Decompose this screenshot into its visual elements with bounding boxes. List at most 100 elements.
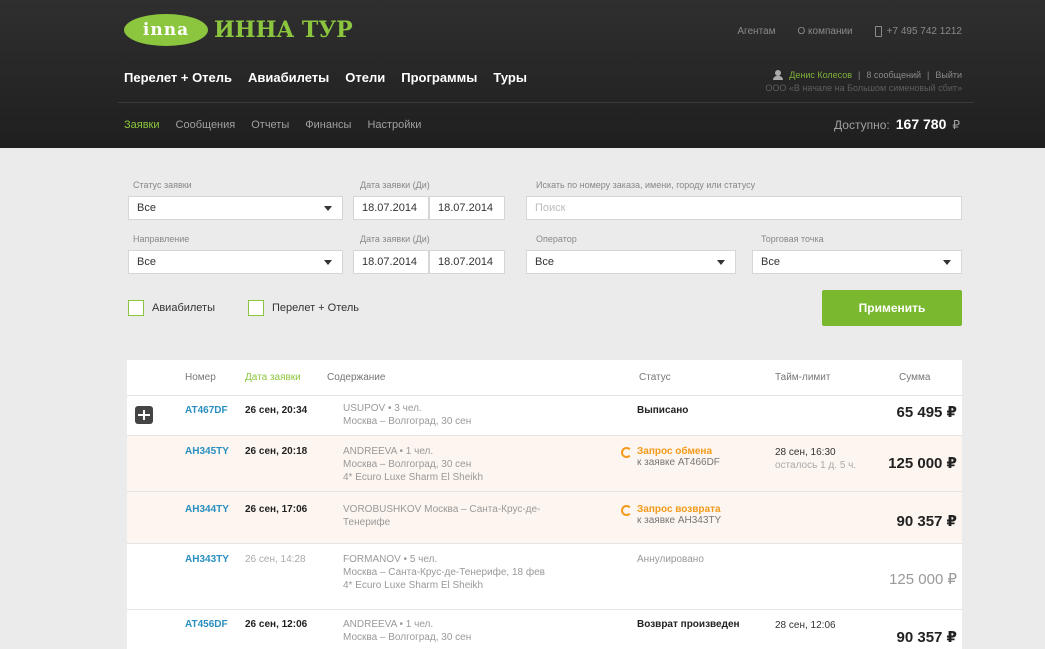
order-content: USUPOV • 3 чел. Москва – Волгоград, 30 с…	[343, 403, 472, 427]
chevron-down-icon	[943, 260, 951, 265]
order-content: ANDREEVA • 1 чел. Москва – Волгоград, 30…	[343, 446, 484, 483]
direction-label: Направление	[133, 234, 190, 244]
date-label: Дата заявки (Ди)	[360, 180, 430, 190]
header-timelimit[interactable]: Тайм-лимит	[775, 372, 830, 383]
chevron-down-icon	[324, 260, 332, 265]
order-status: Аннулировано	[637, 554, 704, 565]
order-sum: 90 357 ₽	[896, 629, 957, 646]
phone-number: +7 495 742 1212	[886, 26, 962, 37]
order-sum: 125 000 ₽	[889, 571, 957, 588]
checkbox-box[interactable]	[248, 300, 264, 316]
order-date: 26 сен, 20:18	[245, 446, 308, 457]
order-date: 26 сен, 12:06	[245, 619, 308, 630]
search-label: Искать по номеру заказа, имени, городу и…	[536, 180, 756, 190]
checkbox-avia[interactable]: Авиабилеты	[128, 300, 215, 316]
header-date[interactable]: Дата заявки	[245, 372, 301, 383]
checkbox-box[interactable]	[128, 300, 144, 316]
table-row[interactable]: AH343TY 26 сен, 14:28 FORMANOV • 5 чел. …	[127, 544, 962, 610]
table-row[interactable]: AH345TY 26 сен, 20:18 ANDREEVA • 1 чел. …	[127, 436, 962, 492]
top-links: Агентам О компании +7 495 742 1212	[737, 26, 962, 37]
user-box: Денис Колесов | 8 сообщений | Выйти ООО …	[765, 70, 962, 93]
order-date: 26 сен, 17:06	[245, 504, 308, 515]
order-content: ANDREEVA • 1 чел. Москва – Волгоград, 30…	[343, 619, 472, 643]
nav-item-hotels[interactable]: Отели	[345, 70, 385, 85]
main-nav: Перелет + Отель Авиабилеты Отели Програм…	[118, 58, 974, 102]
date-label-2: Дата заявки (Ди)	[360, 234, 430, 244]
logo-mark: inna	[124, 14, 208, 46]
agencies-link[interactable]: Агентам	[737, 26, 775, 37]
chevron-down-icon	[324, 206, 332, 211]
direction-select[interactable]: Все	[128, 250, 343, 274]
requests-table: Номер Дата заявки Содержание Статус Тайм…	[127, 360, 962, 649]
order-status: Возврат произведен	[637, 619, 740, 630]
status-select[interactable]: Все	[128, 196, 343, 220]
search-input[interactable]: Поиск	[526, 196, 962, 220]
user-icon	[773, 70, 784, 80]
operator-label: Оператор	[536, 234, 577, 244]
order-sum: 125 000 ₽	[888, 455, 957, 472]
order-date: 26 сен, 20:34	[245, 405, 308, 416]
plane-icon	[135, 406, 153, 424]
date-from-input[interactable]: 18.07.2014	[353, 196, 429, 220]
nav-item-tours[interactable]: Туры	[493, 70, 527, 85]
phone: +7 495 742 1212	[874, 26, 962, 37]
logout-link[interactable]: Выйти	[935, 70, 962, 80]
order-timelimit: 28 сен, 16:30 осталось 1 д. 5 ч.	[775, 447, 857, 471]
about-link[interactable]: О компании	[797, 26, 852, 37]
checkbox-flight-hotel[interactable]: Перелет + Отель	[248, 300, 359, 316]
nav-item-flight-hotel[interactable]: Перелет + Отель	[124, 70, 232, 85]
status-label: Статус заявки	[133, 180, 192, 190]
logo[interactable]: inna ИННА ТУР	[124, 14, 353, 46]
point-select[interactable]: Все	[752, 250, 962, 274]
date-to-input[interactable]: 18.07.2014	[429, 196, 505, 220]
order-timelimit: 28 сен, 12:06	[775, 620, 836, 631]
tab-settings[interactable]: Настройки	[367, 119, 421, 131]
point-label: Торговая точка	[761, 234, 824, 244]
operator-select[interactable]: Все	[526, 250, 736, 274]
header-sum[interactable]: Сумма	[899, 372, 930, 383]
header-status[interactable]: Статус	[639, 372, 671, 383]
header-number[interactable]: Номер	[185, 372, 216, 383]
nav-item-programs[interactable]: Программы	[401, 70, 477, 85]
phone-icon	[874, 26, 882, 37]
sub-nav: Заявки Сообщения Отчеты Финансы Настройк…	[118, 102, 974, 148]
user-company: ООО «В начале на Большом сименовый сбит»	[765, 83, 962, 93]
table-row[interactable]: AH344TY 26 сен, 17:06 VOROBUSHKOV Москва…	[127, 492, 962, 544]
tab-reports[interactable]: Отчеты	[251, 119, 289, 131]
tab-messages[interactable]: Сообщения	[176, 119, 236, 131]
currency-icon: ₽	[952, 118, 960, 132]
refresh-icon	[621, 447, 632, 458]
apply-button[interactable]: Применить	[822, 290, 962, 326]
order-status: Выписано	[637, 405, 689, 416]
chevron-down-icon	[717, 260, 725, 265]
table-header: Номер Дата заявки Содержание Статус Тайм…	[127, 360, 962, 396]
order-status: Запрос обмена к заявке AT466DF	[621, 446, 720, 468]
tab-requests[interactable]: Заявки	[124, 119, 160, 131]
site-header: inna ИННА ТУР Агентам О компании +7 495 …	[0, 0, 1045, 148]
user-name[interactable]: Денис Колесов	[789, 70, 852, 80]
order-number[interactable]: AT456DF	[185, 619, 228, 630]
date-from-input-2[interactable]: 18.07.2014	[353, 250, 429, 274]
table-row[interactable]: AT467DF 26 сен, 20:34 USUPOV • 3 чел. Мо…	[127, 396, 962, 436]
header-content[interactable]: Содержание	[327, 372, 385, 383]
order-content: FORMANOV • 5 чел. Москва – Санта-Крус-де…	[343, 554, 545, 591]
order-sum: 90 357 ₽	[896, 513, 957, 530]
balance-label: Доступно:	[834, 118, 890, 132]
top-bar: inna ИННА ТУР Агентам О компании +7 495 …	[118, 0, 974, 58]
order-number[interactable]: AH344TY	[185, 504, 229, 515]
order-status: Запрос возврата к заявке AH343TY	[621, 504, 721, 526]
date-to-input-2[interactable]: 18.07.2014	[429, 250, 505, 274]
order-number[interactable]: AH345TY	[185, 446, 229, 457]
tab-finance[interactable]: Финансы	[305, 119, 351, 131]
balance-amount: 167 780	[895, 116, 947, 132]
nav-item-avia[interactable]: Авиабилеты	[248, 70, 329, 85]
messages-link[interactable]: 8 сообщений	[866, 70, 921, 80]
balance: Доступно: 167 780 ₽	[834, 116, 960, 132]
logo-text: ИННА ТУР	[214, 17, 353, 43]
order-number[interactable]: AH343TY	[185, 554, 229, 565]
order-sum: 65 495 ₽	[896, 404, 957, 421]
order-content: VOROBUSHKOV Москва – Санта-Крус-де- Тене…	[343, 504, 541, 528]
table-row[interactable]: AT456DF 26 сен, 12:06 ANDREEVA • 1 чел. …	[127, 610, 962, 649]
order-number[interactable]: AT467DF	[185, 405, 228, 416]
order-date: 26 сен, 14:28	[245, 554, 306, 565]
